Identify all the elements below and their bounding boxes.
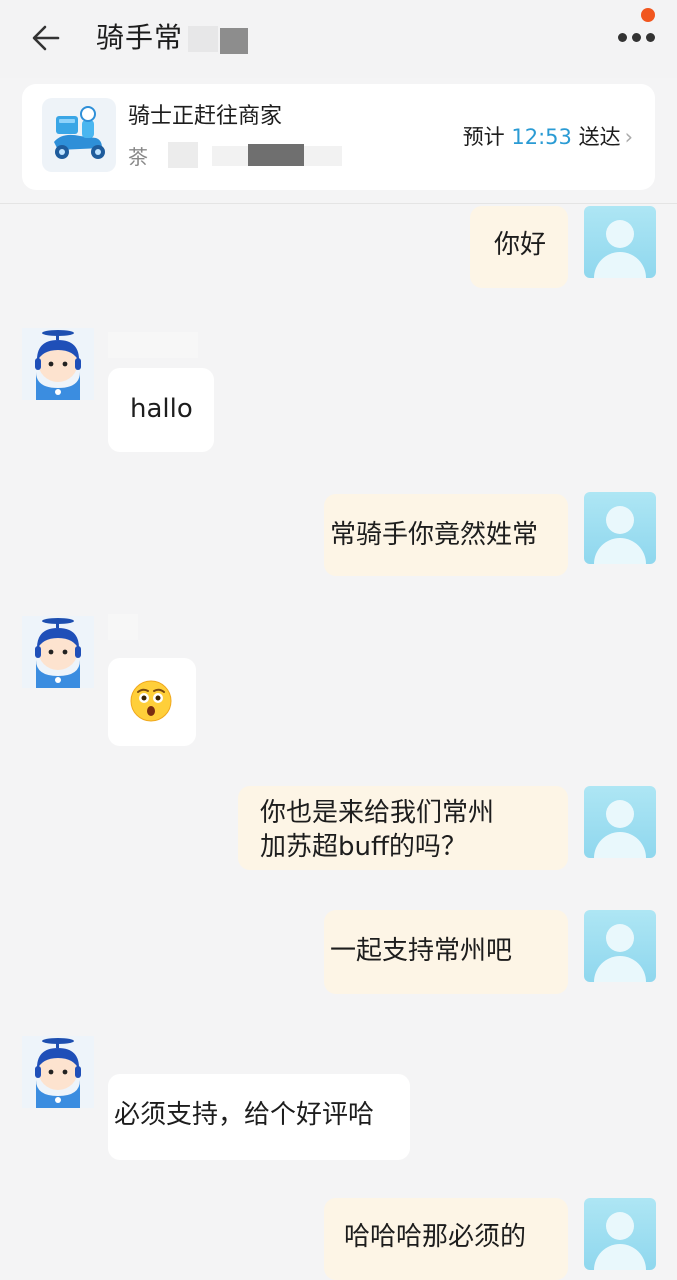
user-avatar[interactable] [584, 1198, 656, 1270]
order-status-text: 骑士正赶往商家 [128, 104, 283, 129]
rider-avatar[interactable] [22, 616, 94, 688]
message-text: 你好 [494, 230, 547, 260]
more-dots-icon[interactable] [612, 20, 662, 56]
divider [0, 203, 677, 204]
message-bubble-outgoing[interactable]: 哈哈哈那必须的 [324, 1198, 568, 1280]
message-bubble-incoming[interactable]: 必须支持，给个好评哈 [108, 1074, 410, 1160]
eta-suffix: 送达 [578, 125, 621, 149]
astonished-face-emoji [130, 680, 172, 722]
user-avatar[interactable] [584, 492, 656, 564]
shop-redaction [248, 144, 304, 166]
back-arrow-icon[interactable] [28, 20, 64, 56]
user-avatar[interactable] [584, 786, 656, 858]
message-text: 常骑手你竟然姓常 [330, 520, 539, 550]
chat-title: 骑手常 [96, 21, 184, 54]
eta-prefix: 预计 [462, 125, 505, 149]
notification-dot [641, 8, 655, 22]
message-text: 必须支持，给个好评哈 [114, 1100, 375, 1130]
message-bubble-outgoing[interactable]: 你好 [470, 206, 568, 288]
message-bubble-outgoing[interactable]: 常骑手你竟然姓常 [324, 494, 568, 576]
order-status-card[interactable]: 骑士正赶往商家 茶 预计 12:53 送达 › [22, 84, 655, 190]
message-text: 一起支持常州吧 [330, 936, 513, 966]
shop-name: 茶 [128, 145, 148, 169]
message-line: 加苏超buff的吗？ [260, 832, 467, 862]
chat-header: 骑手常 [0, 0, 677, 78]
rider-name-redaction [108, 332, 198, 358]
rider-avatar[interactable] [22, 328, 94, 400]
message-bubble-incoming[interactable]: hallo [108, 368, 214, 452]
message-bubble-incoming[interactable] [108, 658, 196, 746]
message-bubble-outgoing[interactable]: 一起支持常州吧 [324, 910, 568, 994]
rider-avatar[interactable] [22, 1036, 94, 1108]
message-text: hallo [130, 394, 193, 424]
eta-info[interactable]: 预计 12:53 送达 › [463, 122, 633, 152]
rider-name-redaction [108, 614, 138, 640]
delivery-scooter-icon [42, 98, 116, 172]
shop-redaction [168, 142, 198, 168]
name-redaction [188, 24, 248, 54]
eta-time: 12:53 [511, 125, 572, 149]
user-avatar[interactable] [584, 910, 656, 982]
message-bubble-outgoing[interactable]: 你也是来给我们常州 加苏超buff的吗？ [238, 786, 568, 870]
message-text: 哈哈哈那必须的 [344, 1222, 527, 1252]
message-line: 你也是来给我们常州 [260, 798, 495, 828]
user-avatar[interactable] [584, 206, 656, 278]
chevron-right-icon: › [624, 125, 633, 149]
